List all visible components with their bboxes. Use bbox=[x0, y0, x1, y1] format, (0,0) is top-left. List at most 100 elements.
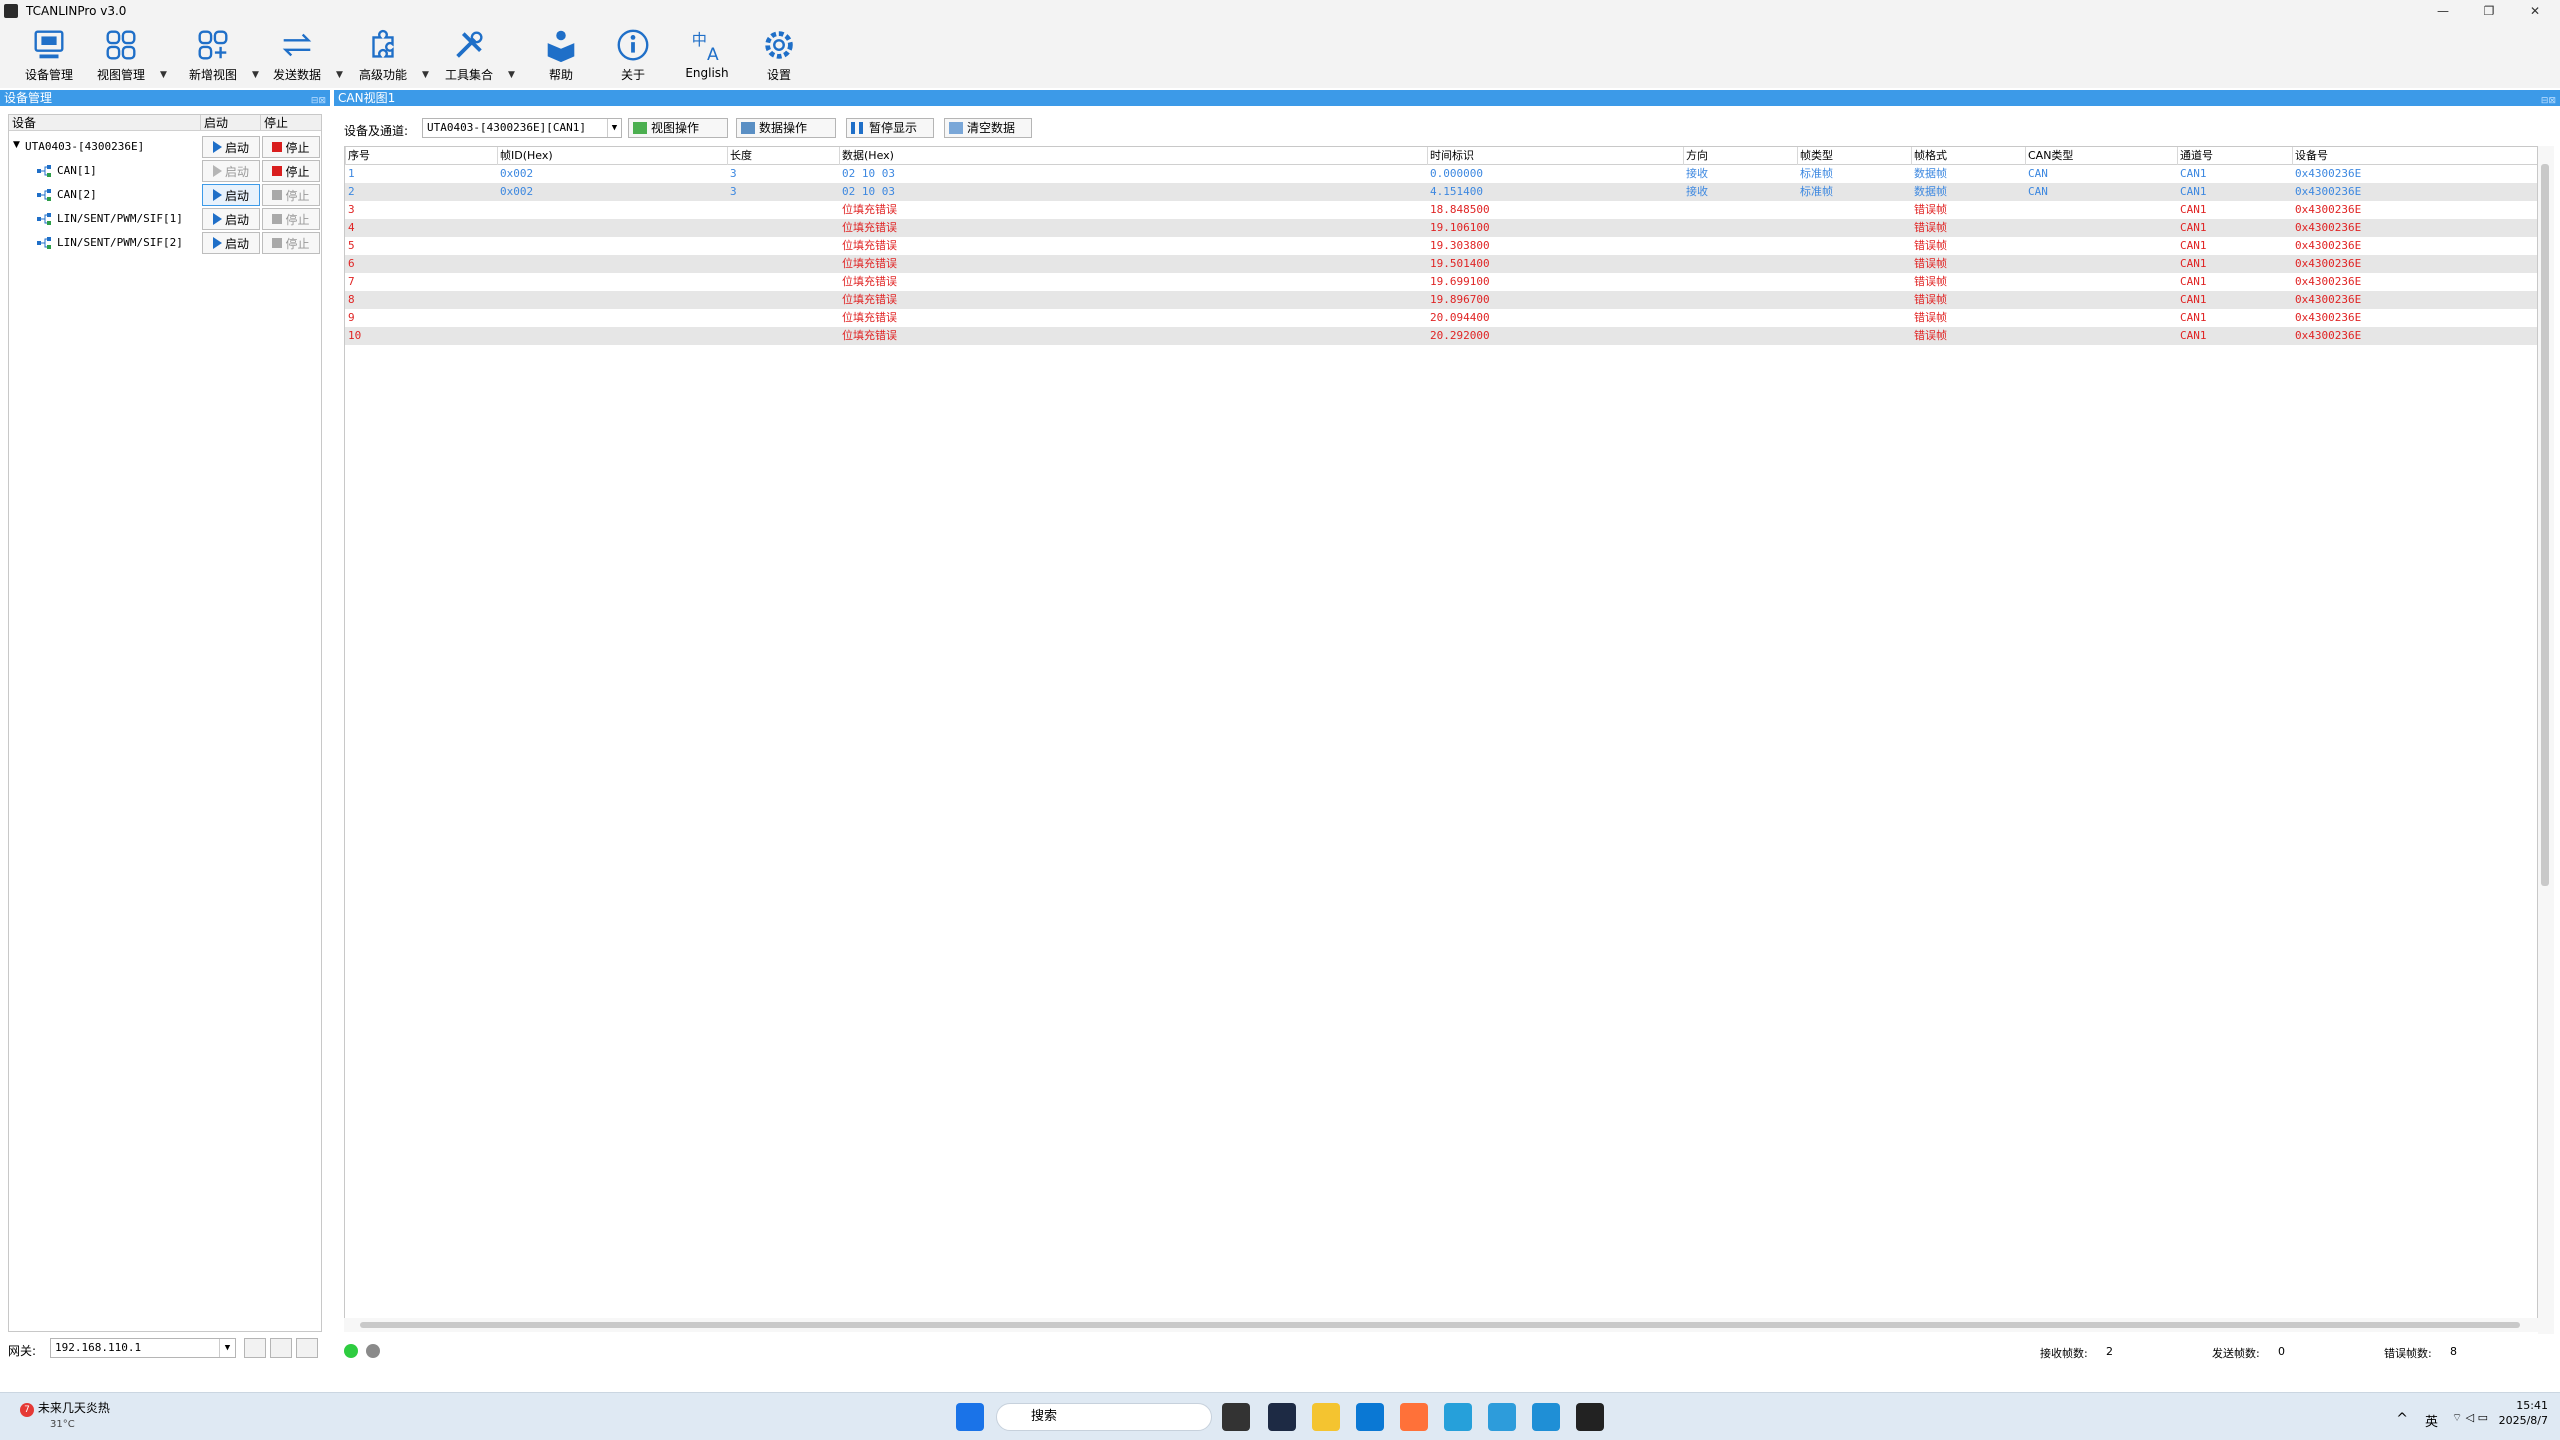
usb-icon[interactable] bbox=[244, 1338, 266, 1358]
table-row[interactable]: 10 位填充错误 20.292000 错误帧 CAN1 0x4300236E bbox=[345, 327, 2537, 345]
start-button[interactable]: 启动 bbox=[202, 160, 260, 182]
scroll-thumb[interactable] bbox=[360, 1322, 2520, 1328]
start-button[interactable]: 启动 bbox=[202, 136, 260, 158]
add-view-dropdown-icon[interactable]: ▼ bbox=[252, 70, 262, 80]
data-ops-button[interactable]: 数据操作 bbox=[736, 118, 836, 138]
can-frame-grid[interactable]: 序号 帧ID(Hex) 长度 数据(Hex) 时间标识 方向 帧类型 帧格式 CAN类型 通道号 设… bbox=[344, 146, 2538, 1322]
send-data-button[interactable]: 发送数据 bbox=[262, 26, 332, 86]
add-view-button[interactable]: 新增视图 bbox=[178, 26, 248, 86]
start-label: 启动 bbox=[224, 164, 249, 179]
send-data-dropdown-icon[interactable]: ▼ bbox=[336, 70, 346, 80]
clear-data-button[interactable]: 清空数据 bbox=[944, 118, 1032, 138]
tcanlin-app-icon[interactable] bbox=[1576, 1403, 1604, 1431]
table-row[interactable]: 1 0x002 3 02 10 03 0.000000 接收 标准帧 数据帧 CAN CAN1 0x… bbox=[345, 165, 2537, 183]
vertical-scrollbar[interactable] bbox=[2538, 146, 2554, 1334]
table-row[interactable]: 5 位填充错误 19.303800 错误帧 CAN1 0x4300236E bbox=[345, 237, 2537, 255]
expand-icon[interactable]: ▼ bbox=[13, 140, 20, 150]
minimize-button[interactable]: — bbox=[2420, 0, 2466, 22]
column-header[interactable]: 长度 bbox=[727, 147, 752, 165]
column-header[interactable]: 通道号 bbox=[2177, 147, 2213, 165]
firefox-icon[interactable] bbox=[1400, 1403, 1428, 1431]
network-icon[interactable] bbox=[270, 1338, 292, 1358]
tools-dropdown-icon[interactable]: ▼ bbox=[508, 70, 518, 80]
column-header[interactable]: CAN类型 bbox=[2025, 147, 2073, 165]
view-manager-dropdown-icon[interactable]: ▼ bbox=[160, 70, 170, 80]
tools-button[interactable]: 工具集合 bbox=[434, 26, 504, 86]
maximize-button[interactable]: ❐ bbox=[2466, 0, 2512, 22]
advanced-dropdown-icon[interactable]: ▼ bbox=[422, 70, 432, 80]
column-header[interactable]: 序号 bbox=[345, 147, 370, 165]
add-view-label: 新增视图 bbox=[188, 68, 237, 82]
tx-count-label: 发送帧数: bbox=[2212, 1347, 2260, 1360]
weather-text: 未来几天炎热 bbox=[37, 1401, 110, 1415]
gateway-select[interactable]: 192.168.110.1 ▼ bbox=[50, 1338, 236, 1358]
start-button[interactable]: 启动 bbox=[202, 184, 260, 206]
table-cell: 19.699100 bbox=[1430, 275, 1490, 288]
title-bar: TCANLINPro v3.0 — ❐ ✕ bbox=[0, 0, 2560, 22]
task-view-icon[interactable] bbox=[1222, 1403, 1250, 1431]
stop-button[interactable]: 停止 bbox=[262, 232, 320, 254]
table-row[interactable]: 4 位填充错误 19.106100 错误帧 CAN1 0x4300236E bbox=[345, 219, 2537, 237]
table-cell: CAN1 bbox=[2180, 329, 2207, 342]
column-header[interactable]: 时间标识 bbox=[1427, 147, 1474, 165]
weather-widget[interactable]: 7 未来几天炎热 31°C bbox=[20, 1399, 110, 1430]
taskbar-search[interactable]: 搜索 bbox=[996, 1403, 1212, 1431]
table-row[interactable]: 9 位填充错误 20.094400 错误帧 CAN1 0x4300236E bbox=[345, 309, 2537, 327]
input-language[interactable]: 英 bbox=[2425, 1411, 2438, 1430]
chevron-up-icon[interactable]: ^ bbox=[2396, 1411, 2408, 1427]
start-button-icon[interactable] bbox=[956, 1403, 984, 1431]
view-ops-button[interactable]: 视图操作 bbox=[628, 118, 728, 138]
horizontal-scrollbar[interactable] bbox=[344, 1318, 2538, 1332]
column-header[interactable]: 方向 bbox=[1683, 147, 1708, 165]
help-button[interactable]: 帮助 bbox=[526, 26, 596, 86]
pause-display-button[interactable]: 暂停显示 bbox=[846, 118, 934, 138]
column-header[interactable]: 帧类型 bbox=[1797, 147, 1833, 165]
advanced-button[interactable]: 高级功能 bbox=[348, 26, 418, 86]
device-manager-button[interactable]: 设备管理 bbox=[14, 26, 84, 86]
device-tree-row[interactable]: LIN/SENT/PWM/SIF[2] 启动 停止 bbox=[9, 231, 321, 255]
settings-button[interactable]: 设置 bbox=[744, 26, 814, 86]
table-row[interactable]: 8 位填充错误 19.896700 错误帧 CAN1 0x4300236E bbox=[345, 291, 2537, 309]
pin-icon[interactable]: ⊟⊠ bbox=[304, 93, 326, 106]
column-start: 启动 bbox=[201, 115, 261, 130]
device-tree-row[interactable]: CAN[1] 启动 停止 bbox=[9, 159, 321, 183]
clock-date[interactable]: 2025/8/7 bbox=[2499, 1414, 2548, 1427]
language-button[interactable]: 中A English bbox=[672, 26, 742, 86]
pin-icon[interactable]: ⊟⊠ bbox=[2534, 93, 2556, 106]
device-tree-row[interactable]: LIN/SENT/PWM/SIF[1] 启动 停止 bbox=[9, 207, 321, 231]
device-tree-row[interactable]: CAN[2] 启动 停止 bbox=[9, 183, 321, 207]
device-pane-title: 设备管理 bbox=[4, 91, 53, 105]
stop-button[interactable]: 停止 bbox=[262, 184, 320, 206]
close-button[interactable]: ✕ bbox=[2512, 0, 2558, 22]
edge-icon[interactable] bbox=[1532, 1403, 1560, 1431]
stop-button[interactable]: 停止 bbox=[262, 160, 320, 182]
monitor-icon[interactable] bbox=[296, 1338, 318, 1358]
table-row[interactable]: 7 位填充错误 19.699100 错误帧 CAN1 0x4300236E bbox=[345, 273, 2537, 291]
table-row[interactable]: 3 位填充错误 18.848500 错误帧 CAN1 0x4300236E bbox=[345, 201, 2537, 219]
table-row[interactable]: 6 位填充错误 19.501400 错误帧 CAN1 0x4300236E bbox=[345, 255, 2537, 273]
start-button[interactable]: 启动 bbox=[202, 208, 260, 230]
table-cell: CAN1 bbox=[2180, 257, 2207, 270]
vscode-icon[interactable] bbox=[1356, 1403, 1384, 1431]
scroll-thumb[interactable] bbox=[2541, 164, 2549, 886]
chat-app-icon[interactable] bbox=[1488, 1403, 1516, 1431]
column-header[interactable]: 帧格式 bbox=[1911, 147, 1947, 165]
wifi-volume-battery-icon[interactable]: ⌔ ◁ ▭ bbox=[2452, 1411, 2488, 1425]
app-icon bbox=[4, 4, 18, 18]
clock-time[interactable]: 15:41 bbox=[2499, 1399, 2548, 1412]
cat-app-icon[interactable] bbox=[1268, 1403, 1296, 1431]
column-header[interactable]: 数据(Hex) bbox=[839, 147, 894, 165]
column-header[interactable]: 帧ID(Hex) bbox=[497, 147, 553, 165]
start-button[interactable]: 启动 bbox=[202, 232, 260, 254]
view-manager-button[interactable]: 视图管理 bbox=[86, 26, 156, 86]
edge-dev-icon[interactable] bbox=[1444, 1403, 1472, 1431]
stop-button[interactable]: 停止 bbox=[262, 136, 320, 158]
stop-button[interactable]: 停止 bbox=[262, 208, 320, 230]
column-header[interactable]: 设备号 bbox=[2292, 147, 2328, 165]
channel-select[interactable]: UTA0403-[4300236E][CAN1] ▼ bbox=[422, 118, 622, 138]
file-explorer-icon[interactable] bbox=[1312, 1403, 1340, 1431]
about-button[interactable]: 关于 bbox=[598, 26, 668, 86]
table-row[interactable]: 2 0x002 3 02 10 03 4.151400 接收 标准帧 数据帧 CAN CAN1 0x… bbox=[345, 183, 2537, 201]
table-cell: 错误帧 bbox=[1914, 239, 1947, 252]
device-tree-row[interactable]: ▼ UTA0403-[4300236E] 启动 停止 bbox=[9, 135, 321, 159]
